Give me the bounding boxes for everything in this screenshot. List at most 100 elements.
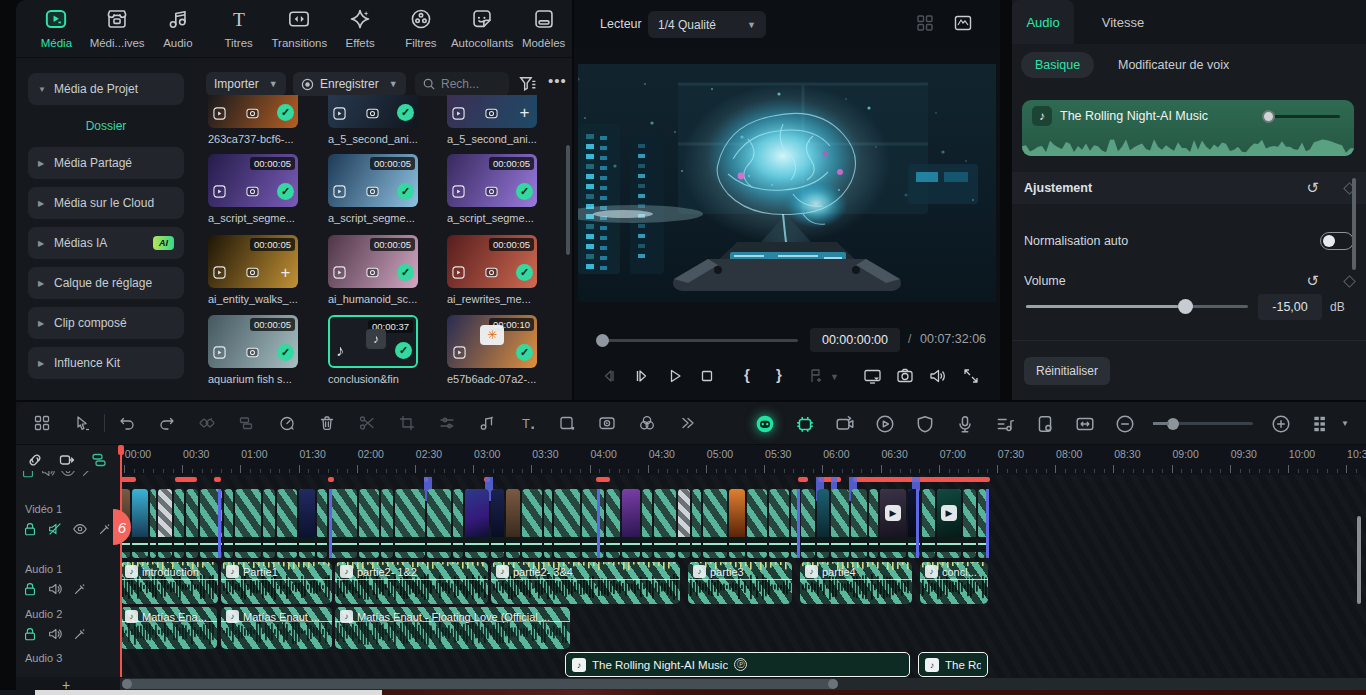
undo-icon[interactable]: [107, 409, 147, 437]
sidebar-item-m-dias-ia[interactable]: ▶Médias IAAI: [28, 227, 184, 259]
volume-slider-handle[interactable]: [1178, 299, 1193, 314]
mark-in-button[interactable]: {: [744, 366, 750, 384]
video-clip[interactable]: [817, 489, 829, 558]
video-clip[interactable]: [465, 489, 489, 558]
transition-marker[interactable]: [218, 489, 221, 558]
plugin-icon[interactable]: [785, 410, 825, 438]
transition-marker[interactable]: [916, 489, 919, 558]
video-clip[interactable]: [381, 489, 393, 558]
nav-item-m-dia[interactable]: Média: [28, 4, 85, 54]
text-icon[interactable]: T: [507, 409, 547, 437]
transition-marker[interactable]: [986, 489, 989, 558]
audio-clip[interactable]: ♪Matías Enaut ...: [221, 607, 332, 649]
video-clip[interactable]: [158, 489, 172, 558]
audio-clip[interactable]: ♪Partie1: [221, 562, 332, 604]
multiview-icon[interactable]: [916, 14, 934, 36]
scissors-icon[interactable]: [347, 409, 387, 437]
mirror-display-button[interactable]: [862, 366, 883, 390]
layout-grid-icon[interactable]: [22, 409, 62, 437]
video-clip[interactable]: [359, 489, 379, 558]
media-item[interactable]: 00:00:10✳✓e57b6adc-07a2-...: [447, 315, 539, 385]
scopes-icon[interactable]: [954, 14, 972, 36]
timeline-marker-red[interactable]: [328, 477, 334, 482]
video-clip[interactable]: [692, 489, 701, 558]
media-item[interactable]: ✓a_5_second_ani...: [328, 95, 420, 145]
nav-item-autocollants[interactable]: Autocollants: [453, 4, 511, 54]
fit-timeline-icon[interactable]: [1065, 410, 1105, 438]
crop-icon[interactable]: [387, 409, 427, 437]
video-clip[interactable]: [678, 489, 690, 558]
sidebar-item-clip-compos-[interactable]: ▶Clip composé: [28, 307, 184, 339]
video-clip[interactable]: [801, 489, 815, 558]
fullscreen-button[interactable]: [961, 366, 981, 390]
media-item[interactable]: 00:00:05+ai_entity_walks_...: [208, 235, 300, 305]
audio-stretch-icon[interactable]: [985, 410, 1025, 438]
transition-marker[interactable]: [597, 489, 600, 558]
ripple-icon[interactable]: [90, 451, 108, 473]
media-item[interactable]: +a_5_second_ani...: [447, 95, 539, 145]
transition-marker[interactable]: [797, 489, 800, 558]
media-item[interactable]: 00:00:05✓ai_rewrites_me...: [447, 235, 539, 305]
speed-icon[interactable]: [267, 409, 307, 437]
video-clip[interactable]: [654, 489, 676, 558]
play-button[interactable]: [665, 366, 685, 390]
timeline-vscrollbar[interactable]: [1357, 516, 1361, 604]
audio-clip[interactable]: ♪Matías Enaut - Floating Love (Official …: [335, 607, 570, 649]
sidebar-item-m-dia-de-projet[interactable]: ▼Média de Projet: [28, 73, 184, 105]
cursor-icon[interactable]: [62, 409, 102, 437]
current-timecode[interactable]: 00:00:00:00: [810, 328, 900, 352]
media-item[interactable]: 00:00:05✓aquarium fish s...: [208, 315, 300, 385]
audio-clip[interactable]: ♪partie3: [688, 562, 792, 604]
video-clip[interactable]: [869, 489, 878, 558]
audio-clip[interactable]: ♪Matías Ena...: [120, 607, 217, 649]
transition-marker[interactable]: [329, 489, 332, 558]
video-clip[interactable]: [831, 489, 849, 558]
nav-item-mod-les[interactable]: Modèles: [515, 4, 572, 54]
mute-icon[interactable]: [47, 521, 63, 541]
speaker-icon[interactable]: [47, 626, 63, 646]
audio-clip-card[interactable]: ♪ The Rolling Night-AI Music: [1022, 100, 1354, 156]
media-item[interactable]: 00:00:05✓ai_humanoid_sc...: [328, 235, 420, 305]
eye-icon[interactable]: [72, 521, 88, 541]
video-clip[interactable]: ▶: [880, 489, 906, 558]
trash-icon[interactable]: [307, 409, 347, 437]
timeline-marker-red[interactable]: [596, 477, 610, 482]
timeline-ruler[interactable]: 00:0000:3001:0001:3002:0002:3003:0003:30…: [120, 445, 1366, 475]
video-clip[interactable]: [453, 489, 463, 558]
video-clip[interactable]: [186, 489, 198, 558]
lock-icon[interactable]: [22, 581, 38, 601]
media-item[interactable]: 00:00:05✓a_script_segme...: [447, 154, 539, 224]
mark-out-button[interactable]: }: [776, 366, 782, 384]
video-clip[interactable]: [299, 489, 315, 558]
next-frame-button[interactable]: [632, 366, 652, 390]
media-item[interactable]: 00:00:37♪♪✓conclusion&fin: [328, 315, 420, 385]
scrub-track[interactable]: [598, 339, 798, 342]
audio-clip-selected[interactable]: ♪The Ro...: [918, 652, 988, 677]
sidebar-item-m-dia-sur-le-cloud[interactable]: ▶Média sur le Cloud: [28, 187, 184, 219]
nav-item-m-di-ives[interactable]: Médi...ives: [89, 4, 146, 54]
nav-item-filtres[interactable]: Filtres: [393, 4, 450, 54]
video-clip[interactable]: [235, 489, 261, 558]
record-button[interactable]: Enregistrer▼: [293, 72, 406, 96]
video-clip[interactable]: [554, 489, 580, 558]
audio-music-icon[interactable]: [467, 409, 507, 437]
snapshot-button[interactable]: [895, 366, 915, 390]
video-clip[interactable]: [427, 489, 451, 558]
play-preview-icon[interactable]: [865, 410, 905, 438]
playhead[interactable]: [120, 445, 122, 677]
speaker-button[interactable]: [927, 366, 947, 390]
props-scrollbar[interactable]: [1352, 178, 1356, 270]
import-button[interactable]: Importer▼: [206, 72, 286, 96]
speaker-icon[interactable]: [47, 581, 63, 601]
adjust-icon[interactable]: [427, 409, 467, 437]
video-clip[interactable]: [395, 489, 425, 558]
audio-clip[interactable]: ♪partie2- 1&2: [335, 562, 488, 604]
audio-clip-selected[interactable]: ♪The Rolling Night-AI MusicⓅ: [565, 652, 910, 677]
nav-item-transitions[interactable]: Transitions: [271, 4, 328, 54]
scrub-handle[interactable]: [596, 334, 609, 347]
video-clip[interactable]: [329, 489, 357, 558]
wand-icon[interactable]: [72, 581, 88, 601]
video-clip[interactable]: [622, 489, 640, 558]
quality-dropdown[interactable]: 1/4 Qualité▼: [648, 11, 766, 38]
video-clip[interactable]: [224, 489, 233, 558]
